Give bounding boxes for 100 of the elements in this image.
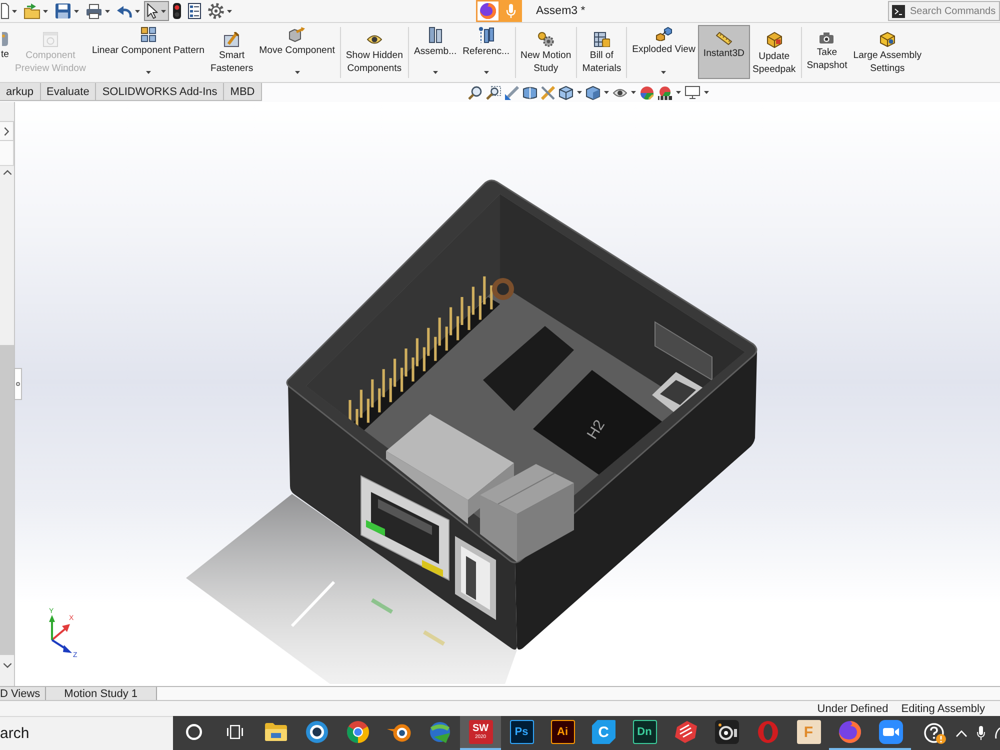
camera-icon — [819, 32, 834, 44]
panel-handle[interactable] — [14, 368, 22, 400]
globe-icon — [428, 721, 450, 743]
microphone-icon[interactable] — [977, 726, 985, 740]
settings-icon — [208, 3, 224, 19]
caret-icon[interactable] — [631, 91, 636, 94]
tab[interactable]: Evaluate — [40, 83, 96, 101]
toolbar-button[interactable] — [205, 1, 235, 21]
pointer-icon — [147, 3, 158, 19]
ribbon-button[interactable]: Update Speedpak — [750, 25, 799, 79]
ribbon-button[interactable]: Referenc... — [460, 25, 513, 79]
ribbon-button[interactable]: Exploded View — [629, 25, 698, 79]
table-icon — [594, 32, 610, 47]
video-camera-icon — [878, 720, 902, 744]
folder-arrow-icon — [24, 3, 40, 19]
tab[interactable]: Motion Study 1 — [46, 687, 157, 700]
cube-icon[interactable] — [559, 86, 573, 100]
toolbar-button[interactable] — [170, 1, 184, 21]
shaded-cube-icon[interactable] — [586, 86, 600, 100]
scrollbar-thumb[interactable] — [0, 345, 14, 655]
terminal-icon — [892, 5, 905, 18]
ribbon-button[interactable]: Assemb... — [410, 25, 460, 79]
tab[interactable]: MBD — [224, 83, 262, 101]
ribbon-button[interactable]: Linear Component Pattern — [88, 25, 208, 79]
toolbar-button[interactable] — [0, 1, 20, 21]
ring-icon — [16, 382, 20, 386]
part-icon — [2, 32, 8, 46]
tab[interactable]: SOLIDWORKS Add-Ins — [96, 83, 224, 101]
taskbar-button[interactable]: Ps — [501, 716, 542, 750]
magnifier-icon[interactable] — [468, 86, 482, 100]
caret-icon[interactable] — [604, 91, 609, 94]
camera-icon — [714, 720, 738, 744]
list-icon — [188, 3, 201, 19]
ring-logo-icon — [758, 721, 778, 743]
monitor-icon[interactable] — [685, 86, 700, 99]
columns-icon — [428, 27, 442, 43]
chevron-up-icon[interactable] — [2, 170, 12, 175]
browser-logo-icon — [838, 720, 862, 744]
toolbar-button[interactable] — [144, 1, 169, 21]
box-icon — [766, 32, 782, 48]
taskbar-button[interactable]: Ai — [542, 716, 583, 750]
ribbon-button[interactable]: New Motion Study — [518, 25, 574, 79]
split-cylinder-icon[interactable] — [523, 86, 537, 100]
app-logo: C — [592, 720, 616, 744]
app-logo: Dn — [632, 720, 656, 744]
ribbon-button[interactable]: Bill of Materials — [579, 25, 624, 79]
ribbon-button[interactable]: te — [0, 25, 12, 79]
chip-label: H2 — [584, 416, 608, 442]
sphere-icon[interactable] — [640, 86, 654, 100]
ruler-icon — [716, 32, 732, 45]
search-field[interactable]: Search Commands — [888, 1, 1000, 21]
search-field[interactable]: arch — [0, 716, 173, 750]
eye-icon[interactable] — [613, 88, 627, 98]
arrow-icon[interactable] — [505, 86, 519, 100]
ring-logo-icon — [306, 721, 328, 743]
app-logo: Ps — [510, 720, 534, 744]
ribbon-button[interactable]: Smart Fasteners — [207, 25, 256, 79]
ribbon-button[interactable]: Move Component — [256, 25, 338, 79]
tab[interactable]: D Views — [0, 687, 46, 700]
save-icon — [55, 3, 71, 19]
browser-logo-icon — [346, 721, 368, 743]
undo-icon — [117, 4, 132, 18]
sphere-floor-icon[interactable] — [658, 86, 672, 100]
task-view-icon — [226, 725, 242, 739]
folder-icon — [264, 723, 286, 741]
circle-icon — [186, 724, 202, 740]
traffic-light-icon — [173, 3, 181, 19]
caret-icon[interactable] — [704, 91, 709, 94]
gears-icon — [538, 32, 554, 47]
expand-button[interactable] — [0, 121, 14, 141]
caret-icon[interactable] — [676, 91, 681, 94]
cubes-icon — [656, 27, 672, 41]
cube-icon — [880, 32, 895, 47]
grid-icon — [140, 27, 156, 42]
chevron-down-icon[interactable] — [2, 663, 12, 668]
status-text: Editing Assembly — [901, 702, 985, 714]
axis-icon — [478, 27, 494, 43]
ribbon-button[interactable]: Instant3D — [698, 25, 750, 79]
browser-logo-icon[interactable] — [476, 0, 500, 22]
caret-icon[interactable] — [577, 91, 582, 94]
help-icon[interactable] — [924, 722, 946, 744]
ribbon-button[interactable]: Large Assembly Settings — [850, 25, 925, 79]
window-title: Assem3 * — [536, 5, 586, 17]
window-icon — [42, 32, 58, 47]
chevron-right-icon — [4, 126, 9, 136]
tab[interactable]: arkup — [0, 83, 41, 101]
app-logo: F — [796, 720, 820, 744]
app-logo-icon — [386, 722, 410, 742]
taskbar-button[interactable]: Dn — [624, 716, 665, 750]
box-arrow-icon — [289, 27, 305, 42]
dashed-magnifier-icon[interactable] — [486, 86, 501, 100]
ribbon-button[interactable]: Take Snapshot — [804, 25, 850, 79]
app-logo: Ai — [550, 720, 574, 744]
printer-icon — [86, 4, 102, 18]
screw-icon — [224, 32, 240, 47]
status-text: Under Defined — [817, 702, 888, 714]
wifi-icon[interactable] — [995, 727, 1000, 739]
toolbar-button[interactable] — [185, 1, 204, 21]
box-logo-icon — [674, 721, 696, 743]
ribbon-button[interactable]: Show Hidden Components — [342, 25, 406, 79]
